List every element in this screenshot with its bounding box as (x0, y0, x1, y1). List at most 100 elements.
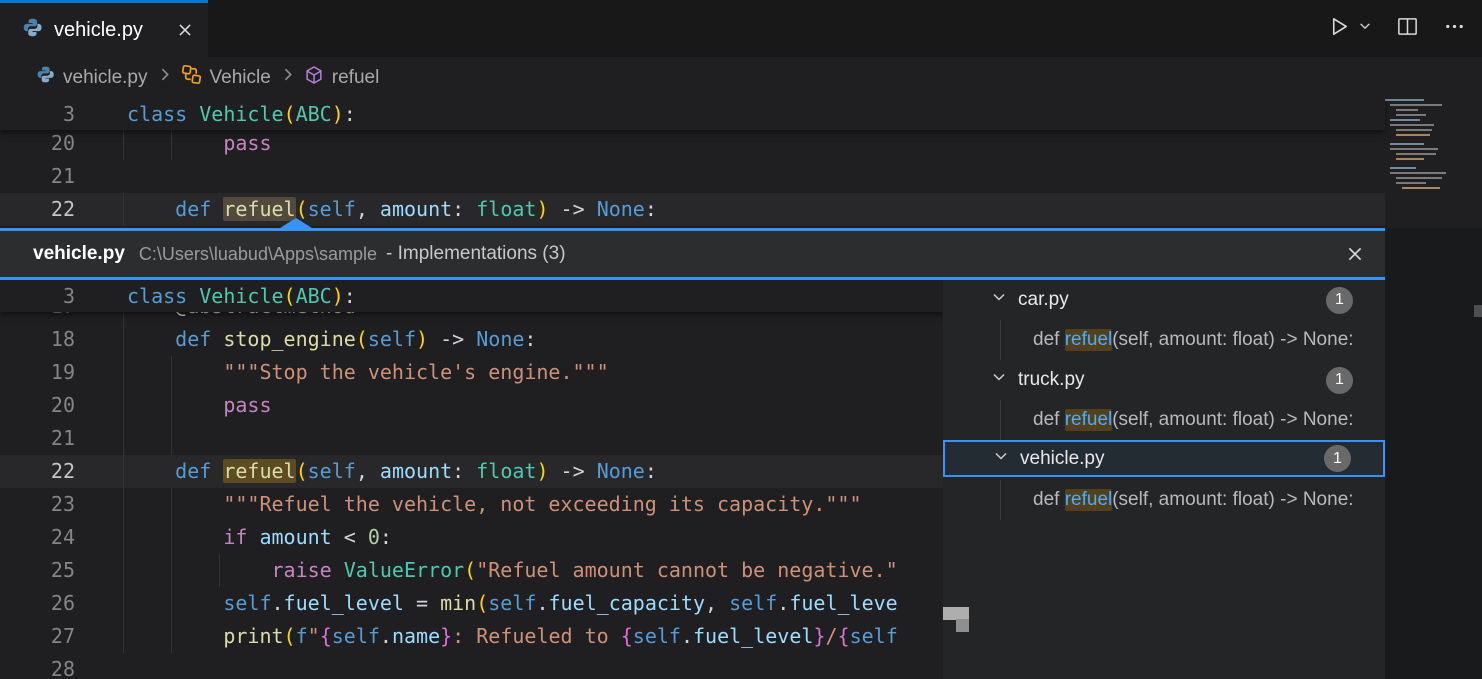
indent-guide (123, 521, 124, 554)
editor-actions (1328, 0, 1466, 57)
code-line-18[interactable]: 18 def stop_engine(self) -> None: (0, 323, 943, 356)
line-number: 26 (0, 587, 75, 620)
indent-guide (123, 356, 124, 389)
peek-sticky-scroll-line[interactable]: 3class Vehicle(ABC): (0, 280, 943, 312)
peek-header[interactable]: vehicle.py C:\Users\luabud\Apps\sample -… (0, 231, 1385, 277)
code-line-22[interactable]: 22 def refuel(self, amount: float) -> No… (0, 455, 943, 488)
breadcrumb-symbol[interactable]: refuel (304, 65, 380, 91)
peek-body: 17 @abstractmethod18 def stop_engine(sel… (0, 280, 1385, 679)
sticky-scroll-line[interactable]: 3class Vehicle(ABC): (0, 98, 1385, 130)
editor-surface[interactable]: 20 pass2122 def refuel(self, amount: flo… (0, 98, 1482, 228)
play-icon (1328, 15, 1351, 43)
match-pre-text: def (1033, 329, 1065, 351)
breadcrumb-file-label: vehicle.py (63, 67, 148, 89)
result-file-row-vehicle.py[interactable]: vehicle.py1 (943, 440, 1385, 477)
tab-bar: vehicle.py (0, 0, 1482, 57)
code-text: pass (127, 389, 272, 422)
code-text: def refuel(self, amount: float) -> None: (127, 455, 657, 488)
code-line-3[interactable]: 3class Vehicle(ABC): (0, 280, 943, 312)
match-highlight: refuel (223, 459, 295, 483)
result-file-name: car.py (1018, 289, 1069, 311)
code-text: pass (127, 127, 272, 160)
line-number: 3 (0, 98, 75, 130)
reference-count-badge: 1 (1326, 287, 1353, 314)
indent-guide (123, 193, 124, 226)
code-text: """Refuel the vehicle, not exceeding its… (127, 488, 862, 521)
code-text: if amount < 0: (127, 521, 392, 554)
code-line-20[interactable]: 20 pass (0, 389, 943, 422)
peek-results-tree[interactable]: car.py1def refuel(self, amount: float) -… (943, 280, 1385, 679)
line-number: 21 (0, 422, 75, 455)
match-post-text: (self, amount: float) -> None: (1112, 409, 1353, 431)
breadcrumb-class[interactable]: Vehicle (181, 64, 271, 91)
indent-guide (123, 389, 124, 422)
indent-guide (123, 455, 124, 488)
peek-anchor-arrow (280, 218, 312, 228)
result-match-row[interactable]: def refuel(self, amount: float) -> None: (943, 320, 1385, 360)
tree-indent-guide (1000, 320, 1001, 360)
peek-editor[interactable]: 17 @abstractmethod18 def stop_engine(sel… (0, 280, 943, 679)
class-icon (181, 64, 202, 91)
scrollbar-handle[interactable] (1474, 305, 1482, 317)
chevron-down-icon[interactable] (991, 289, 1007, 311)
minimap[interactable] (1382, 98, 1458, 216)
tree-indent-guide (1000, 400, 1001, 440)
tab-vehicle-py[interactable]: vehicle.py (0, 0, 208, 57)
breadcrumb: vehicle.py Vehicle (0, 57, 1482, 98)
peek-description: - Implementations (3) (386, 243, 566, 265)
code-line-23[interactable]: 23 """Refuel the vehicle, not exceeding … (0, 488, 943, 521)
breadcrumb-symbol-label: refuel (332, 67, 380, 89)
match-pre-text: def (1033, 489, 1065, 511)
method-icon (304, 65, 324, 91)
result-file-row-car.py[interactable]: car.py 1 (943, 280, 1385, 320)
indent-guide (123, 422, 124, 455)
code-line-20[interactable]: 20 pass (0, 127, 1385, 160)
code-text: def refuel(self, amount: float) -> None: (127, 193, 657, 226)
peek-implementations-widget: vehicle.py C:\Users\luabud\Apps\sample -… (0, 228, 1385, 679)
code-text: """Stop the vehicle's engine.""" (127, 356, 609, 389)
run-button[interactable] (1328, 15, 1372, 43)
tab-label: vehicle.py (54, 19, 143, 42)
indent-guide (123, 127, 124, 160)
python-icon (36, 65, 55, 90)
code-line-26[interactable]: 26 self.fuel_level = min(self.fuel_capac… (0, 587, 943, 620)
chevron-down-icon[interactable] (1358, 19, 1372, 38)
code-line-28[interactable]: 28 (0, 653, 943, 679)
chevron-down-icon[interactable] (991, 369, 1007, 391)
code-line-22[interactable]: 22 def refuel(self, amount: float) -> No… (0, 193, 1385, 226)
peek-title: vehicle.py (33, 243, 125, 265)
line-number: 19 (0, 356, 75, 389)
code-line-3[interactable]: 3class Vehicle(ABC): (0, 98, 1385, 130)
code-line-25[interactable]: 25 raise ValueError("Refuel amount canno… (0, 554, 943, 587)
line-number: 21 (0, 160, 75, 193)
result-match-row[interactable]: def refuel(self, amount: float) -> None: (943, 480, 1385, 520)
code-line-24[interactable]: 24 if amount < 0: (0, 521, 943, 554)
breadcrumb-file[interactable]: vehicle.py (36, 65, 148, 90)
line-number: 24 (0, 521, 75, 554)
chevron-down-icon[interactable] (993, 448, 1009, 470)
editor-right-gutter (1385, 228, 1482, 679)
match-highlight: refuel (1065, 409, 1113, 431)
code-text: self.fuel_level = min(self.fuel_capacity… (127, 587, 898, 620)
code-line-19[interactable]: 19 """Stop the vehicle's engine.""" (0, 356, 943, 389)
result-match-row[interactable]: def refuel(self, amount: float) -> None: (943, 400, 1385, 440)
peek-code-lines: 17 @abstractmethod18 def stop_engine(sel… (0, 280, 943, 679)
reference-count-badge: 1 (1326, 367, 1353, 394)
code-text: def stop_engine(self) -> None: (127, 323, 536, 356)
line-number: 27 (0, 620, 75, 653)
split-editor-icon[interactable] (1396, 15, 1419, 43)
line-number: 3 (0, 280, 75, 312)
code-text: print(f"{self.name}: Refueled to {self.f… (127, 620, 898, 653)
code-text: raise ValueError("Refuel amount cannot b… (127, 554, 898, 587)
indent-guide (123, 488, 124, 521)
indent-guide (123, 620, 124, 653)
result-file-row-truck.py[interactable]: truck.py1 (943, 360, 1385, 400)
code-line-27[interactable]: 27 print(f"{self.name}: Refueled to {sel… (0, 620, 943, 653)
chevron-right-icon (279, 66, 296, 89)
match-post-text: (self, amount: float) -> None: (1112, 489, 1353, 511)
close-icon[interactable] (176, 21, 194, 39)
close-icon[interactable] (1345, 244, 1365, 264)
code-line-21[interactable]: 21 (0, 422, 943, 455)
ellipsis-icon[interactable] (1443, 15, 1466, 43)
code-line-21[interactable]: 21 (0, 160, 1385, 193)
